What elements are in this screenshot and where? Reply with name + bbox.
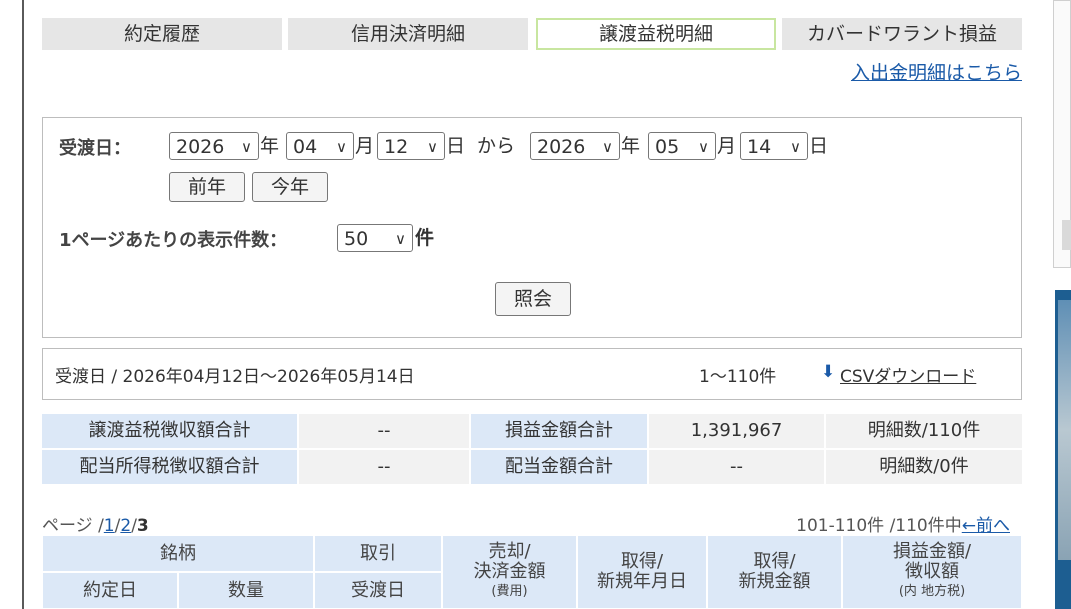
col-settlement-date: 受渡日 bbox=[314, 572, 442, 609]
summary-label: 損益金額合計 bbox=[471, 414, 647, 448]
tab-margin-settlement[interactable]: 信用決済明細 bbox=[288, 18, 528, 50]
summary-label: 配当金額合計 bbox=[471, 450, 647, 484]
from-word: から bbox=[477, 135, 516, 157]
from-year-select[interactable]: 2026 ∨ bbox=[169, 132, 259, 160]
to-day-select[interactable]: 14 ∨ bbox=[740, 132, 808, 160]
summary-label: 配当所得税徴収額合計 bbox=[42, 450, 297, 484]
chevron-down-icon: ∨ bbox=[241, 138, 252, 156]
day-unit: 日 bbox=[809, 135, 829, 157]
col-sale-amount: 売却/決済金額 (費用) bbox=[442, 535, 577, 609]
detail-table-header: 銘柄 約定日 数量 取引 受渡日 売却/決済金額 (費用) 取得/新規年月日 取得… bbox=[42, 535, 1022, 609]
previous-page-link[interactable]: ←前へ bbox=[962, 516, 1010, 536]
chevron-down-icon: ∨ bbox=[427, 138, 438, 156]
year-unit: 年 bbox=[260, 135, 280, 157]
this-year-button[interactable]: 今年 bbox=[252, 172, 328, 202]
date-label: 受渡日： bbox=[59, 138, 131, 159]
submit-button[interactable]: 照会 bbox=[495, 282, 571, 316]
pager-left: ページ /1/2/3 bbox=[42, 511, 149, 536]
left-border bbox=[22, 0, 24, 609]
col-acquisition-amount: 取得/新規金額 bbox=[707, 535, 842, 609]
deposit-withdrawal-link[interactable]: 入出金明細はこちら bbox=[851, 58, 1022, 85]
pager-range: 101-110件 /110件中 bbox=[796, 516, 962, 536]
col-quantity: 数量 bbox=[178, 572, 314, 609]
summary-row: 配当所得税徴収額合計 -- 配当金額合計 -- 明細数/0件 bbox=[42, 450, 1022, 484]
from-month-select[interactable]: 04 ∨ bbox=[286, 132, 354, 160]
current-page: 3 bbox=[136, 516, 149, 536]
chevron-down-icon: ∨ bbox=[336, 138, 347, 156]
tab-capital-gains-tax[interactable]: 譲渡益税明細 bbox=[536, 18, 776, 50]
result-date-range: 受渡日 / 2026年04月12日〜2026年05月14日 bbox=[55, 367, 415, 387]
col-profit-loss: 損益金額/徴収額 (内 地方税) bbox=[842, 535, 1022, 609]
month-unit: 月 bbox=[355, 135, 375, 157]
summary-value: -- bbox=[299, 450, 469, 484]
summary-row: 譲渡益税徴収額合計 -- 損益金額合計 1,391,967 明細数/110件 bbox=[42, 414, 1022, 448]
per-page-unit: 件 bbox=[415, 227, 435, 249]
per-page-label: 1ページあたりの表示件数： bbox=[59, 230, 288, 251]
download-icon: ⬇ bbox=[821, 362, 836, 382]
pager-prefix: ページ / bbox=[42, 516, 104, 536]
tab-covered-warrant[interactable]: カバードワラント損益 bbox=[782, 18, 1022, 50]
summary-value: -- bbox=[649, 450, 824, 484]
page-link-2[interactable]: 2 bbox=[120, 516, 131, 536]
side-banner-photo bbox=[1058, 300, 1071, 560]
chevron-down-icon: ∨ bbox=[698, 138, 709, 156]
tab-bar: 約定履歴 信用決済明細 譲渡益税明細 カバードワラント損益 bbox=[42, 18, 1022, 50]
tab-trade-history[interactable]: 約定履歴 bbox=[42, 18, 282, 50]
side-panel-scrollbar[interactable] bbox=[1062, 220, 1071, 250]
col-transaction: 取引 bbox=[314, 535, 442, 572]
col-brand: 銘柄 bbox=[42, 535, 314, 572]
summary-count: 明細数/110件 bbox=[826, 414, 1022, 448]
summary-value: -- bbox=[299, 414, 469, 448]
chevron-down-icon: ∨ bbox=[395, 230, 406, 248]
from-day-select[interactable]: 12 ∨ bbox=[377, 132, 445, 160]
to-month-select[interactable]: 05 ∨ bbox=[648, 132, 716, 160]
day-unit: 日 bbox=[446, 135, 466, 157]
result-count: 1〜110件 bbox=[699, 367, 777, 387]
year-unit: 年 bbox=[621, 135, 641, 157]
chevron-down-icon: ∨ bbox=[602, 138, 613, 156]
chevron-down-icon: ∨ bbox=[790, 138, 801, 156]
summary-count: 明細数/0件 bbox=[826, 450, 1022, 484]
previous-year-button[interactable]: 前年 bbox=[169, 172, 245, 202]
summary-label: 譲渡益税徴収額合計 bbox=[42, 414, 297, 448]
csv-download-link[interactable]: CSVダウンロード bbox=[840, 362, 976, 387]
summary-value: 1,391,967 bbox=[649, 414, 824, 448]
search-panel: 受渡日： 2026 ∨ 年 04 ∨ 月 12 ∨ 日 から 2026 ∨ 年 05 ∨ … bbox=[42, 117, 1022, 338]
result-header: 受渡日 / 2026年04月12日〜2026年05月14日 1〜110件 ⬇ C… bbox=[42, 348, 1022, 400]
page-link-1[interactable]: 1 bbox=[104, 516, 115, 536]
per-page-select[interactable]: 50 ∨ bbox=[337, 224, 413, 252]
pager-right: 101-110件 /110件中←前へ bbox=[796, 511, 1010, 536]
main-content: 約定履歴 信用決済明細 譲渡益税明細 カバードワラント損益 入出金明細はこちら … bbox=[42, 0, 1022, 609]
to-year-select[interactable]: 2026 ∨ bbox=[530, 132, 620, 160]
col-trade-date: 約定日 bbox=[42, 572, 178, 609]
col-acquisition-date: 取得/新規年月日 bbox=[577, 535, 707, 609]
month-unit: 月 bbox=[717, 135, 737, 157]
